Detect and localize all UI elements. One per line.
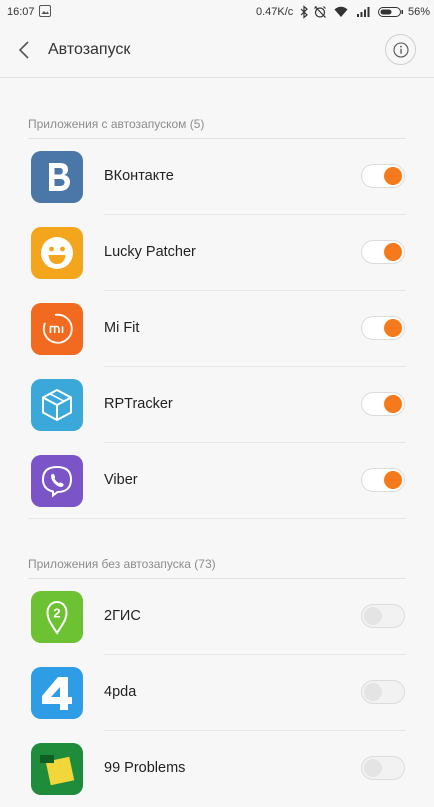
app-name: Viber xyxy=(104,472,138,488)
list-item[interactable]: 99 Problems xyxy=(0,731,434,807)
viber-icon xyxy=(31,455,83,507)
section-title-disabled: Приложения без автозапуска (73) xyxy=(28,557,216,571)
info-icon xyxy=(393,42,409,58)
app-name: Lucky Patcher xyxy=(104,244,196,260)
app-name: 4pda xyxy=(104,684,137,700)
2gis-icon: 2 xyxy=(31,591,83,643)
battery-percent: 56% xyxy=(408,6,431,18)
section-title-enabled: Приложения с автозапуском (5) xyxy=(28,117,205,131)
list-item[interactable]: Viber xyxy=(0,443,434,519)
autostart-toggle[interactable] xyxy=(361,316,405,340)
4pda-icon xyxy=(31,667,83,719)
app-name: Mi Fit xyxy=(104,320,140,336)
image-notification-icon xyxy=(39,5,51,17)
status-bar: 16:07 0.47K/c 56% xyxy=(0,0,434,24)
autostart-toggle[interactable] xyxy=(361,756,405,780)
autostart-toggle[interactable] xyxy=(361,680,405,704)
list-item[interactable]: ВКонтакте xyxy=(0,139,434,215)
wifi-icon xyxy=(334,6,348,17)
autostart-toggle[interactable] xyxy=(361,392,405,416)
list-item[interactable]: 2 2ГИС xyxy=(0,579,434,655)
app-header: Автозапуск xyxy=(0,24,434,78)
autostart-toggle[interactable] xyxy=(361,604,405,628)
list-item[interactable]: RPTracker xyxy=(0,367,434,443)
mi-fit-icon xyxy=(31,303,83,355)
app-name: 2ГИС xyxy=(104,608,141,624)
app-name: ВКонтакте xyxy=(104,168,174,184)
battery-icon xyxy=(378,7,403,17)
page-title: Автозапуск xyxy=(48,41,131,58)
list-item[interactable]: 4pda xyxy=(0,655,434,731)
network-speed: 0.47K/c xyxy=(256,6,294,18)
bluetooth-icon xyxy=(300,5,308,19)
chevron-left-icon[interactable] xyxy=(14,39,36,61)
autostart-toggle[interactable] xyxy=(361,164,405,188)
list-item[interactable]: Lucky Patcher xyxy=(0,215,434,291)
smiley-icon xyxy=(31,227,83,279)
signal-icon xyxy=(357,7,370,17)
cube-icon xyxy=(31,379,83,431)
autostart-toggle[interactable] xyxy=(361,468,405,492)
svg-text:2: 2 xyxy=(53,606,60,621)
alarm-off-icon xyxy=(314,6,326,18)
info-button[interactable] xyxy=(385,34,416,65)
vk-icon xyxy=(31,151,83,203)
app-name: RPTracker xyxy=(104,396,173,412)
list-item[interactable]: Mi Fit xyxy=(0,291,434,367)
status-time: 16:07 xyxy=(7,6,35,18)
app-name: 99 Problems xyxy=(104,760,186,776)
row-divider xyxy=(28,518,406,519)
99-problems-icon xyxy=(31,743,83,795)
autostart-toggle[interactable] xyxy=(361,240,405,264)
